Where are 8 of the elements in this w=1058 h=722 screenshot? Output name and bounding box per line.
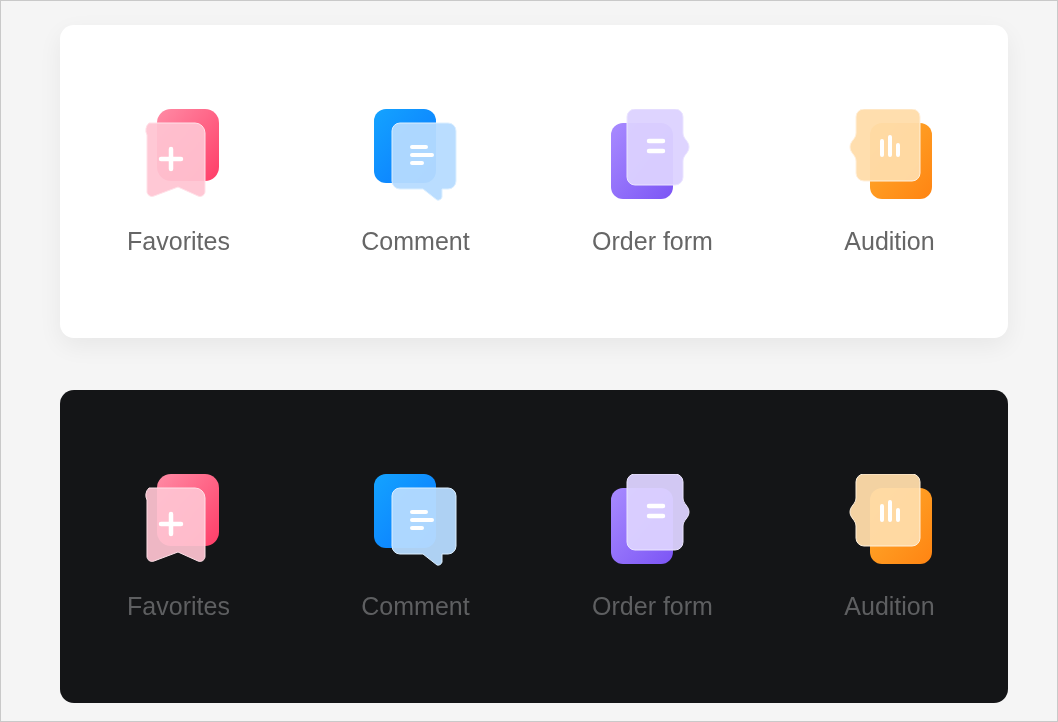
icon-label: Comment	[361, 227, 470, 256]
icon-label: Audition	[844, 592, 935, 621]
icon-label: Comment	[361, 592, 470, 621]
icon-label: Favorites	[127, 592, 230, 621]
icon-label: Order form	[592, 227, 713, 256]
icon-label: Order form	[592, 592, 713, 621]
icon-label: Favorites	[127, 227, 230, 256]
icon-label: Audition	[844, 227, 935, 256]
